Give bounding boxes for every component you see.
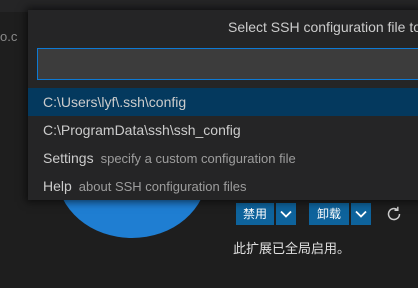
disable-button-group: 禁用 <box>236 203 296 225</box>
extension-status-text: 此扩展已全局启用。 <box>233 241 351 256</box>
vscode-window: o.c 禁用 卸载 此扩展已全局启用。 Select SSH configura… <box>0 0 418 288</box>
item-label: Settings <box>43 150 94 166</box>
uninstall-button[interactable]: 卸载 <box>309 203 349 225</box>
uninstall-dropdown-button[interactable] <box>351 203 371 225</box>
disable-dropdown-button[interactable] <box>276 203 296 225</box>
sync-icon[interactable] <box>383 203 405 225</box>
quick-pick-item[interactable]: Settings specify a custom configuration … <box>28 144 418 172</box>
quick-pick-widget: Select SSH configuration file to update … <box>28 10 418 200</box>
quick-pick-input[interactable] <box>37 48 418 80</box>
quick-pick-item[interactable]: C:\Users\lyf\.ssh\config <box>28 88 418 116</box>
quick-pick-title: Select SSH configuration file to update <box>228 19 418 35</box>
chevron-down-icon <box>280 210 292 218</box>
item-label: C:\ProgramData\ssh\ssh_config <box>43 122 241 138</box>
uninstall-button-group: 卸载 <box>309 203 371 225</box>
quick-pick-item[interactable]: C:\ProgramData\ssh\ssh_config <box>28 116 418 144</box>
item-label: Help <box>43 178 72 194</box>
editor-text-fragment: o.c <box>0 29 18 44</box>
disable-button[interactable]: 禁用 <box>236 203 274 225</box>
quick-pick-item[interactable]: Help about SSH configuration files <box>28 172 418 200</box>
item-description: about SSH configuration files <box>78 178 247 194</box>
item-description: specify a custom configuration file <box>100 150 296 166</box>
quick-pick-list: C:\Users\lyf\.ssh\config C:\ProgramData\… <box>28 88 418 200</box>
refresh-icon <box>387 206 401 221</box>
chevron-down-icon <box>355 210 367 218</box>
item-label: C:\Users\lyf\.ssh\config <box>43 94 187 110</box>
